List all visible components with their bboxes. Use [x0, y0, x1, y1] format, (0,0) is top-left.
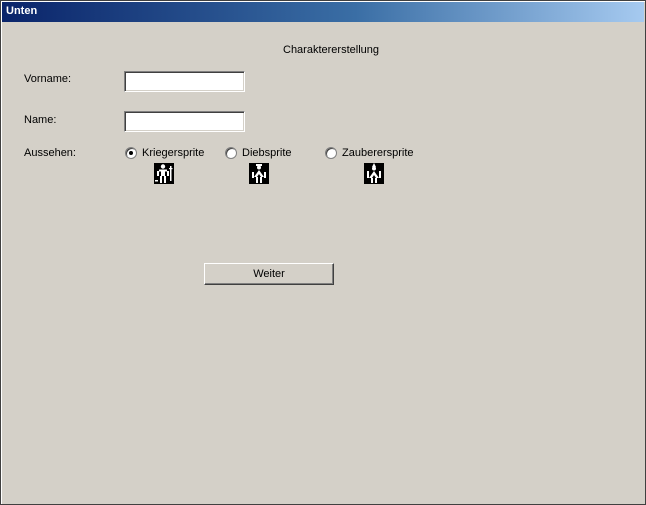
- title-bar[interactable]: Unten: [2, 2, 644, 22]
- weiter-button[interactable]: Weiter: [204, 263, 334, 285]
- radio-label-zauberersprite[interactable]: Zauberersprite: [342, 147, 414, 159]
- warrior-sprite-icon: [154, 163, 174, 184]
- vorname-label: Vorname:: [24, 73, 72, 85]
- radio-button-diebsprite[interactable]: [225, 147, 237, 159]
- name-label: Name:: [24, 114, 57, 126]
- radio-button-zauberersprite[interactable]: [325, 147, 337, 159]
- radio-button-kriegersprite[interactable]: [125, 147, 137, 159]
- window-title: Unten: [6, 5, 38, 17]
- wizard-sprite-icon: [364, 163, 384, 184]
- name-field[interactable]: [124, 111, 245, 132]
- aussehen-label: Aussehen:: [24, 147, 76, 159]
- radio-label-kriegersprite[interactable]: Kriegersprite: [142, 147, 204, 159]
- thief-sprite-icon: [249, 163, 269, 184]
- character-creation-window: Unten Charaktererstellung Vorname: Name:…: [0, 0, 646, 505]
- form-heading: Charaktererstellung: [283, 44, 379, 56]
- radio-label-diebsprite[interactable]: Diebsprite: [242, 147, 292, 159]
- vorname-field[interactable]: [124, 71, 245, 92]
